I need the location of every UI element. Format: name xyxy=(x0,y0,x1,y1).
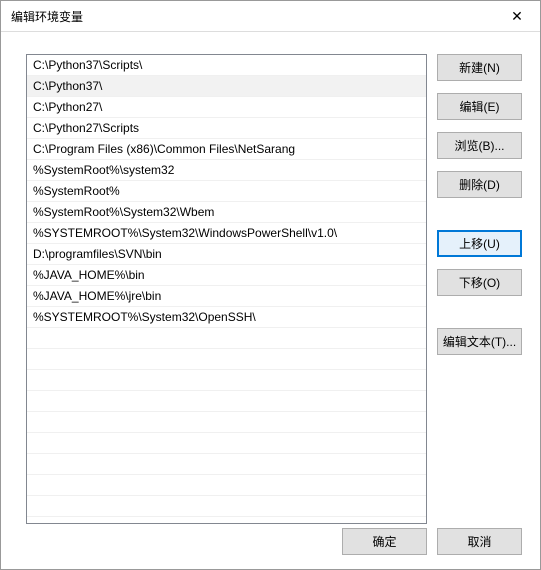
list-item xyxy=(27,496,426,517)
list-item xyxy=(27,454,426,475)
list-item[interactable]: C:\Python27\ xyxy=(27,97,426,118)
list-item[interactable]: D:\programfiles\SVN\bin xyxy=(27,244,426,265)
move-up-button[interactable]: 上移(U) xyxy=(437,230,522,257)
path-listbox[interactable]: C:\Python37\Scripts\C:\Python37\C:\Pytho… xyxy=(26,54,427,524)
delete-button[interactable]: 删除(D) xyxy=(437,171,522,198)
list-item xyxy=(27,475,426,496)
titlebar: 编辑环境变量 ✕ xyxy=(1,1,540,32)
list-item[interactable]: %SystemRoot%\System32\Wbem xyxy=(27,202,426,223)
list-item[interactable]: %SYSTEMROOT%\System32\OpenSSH\ xyxy=(27,307,426,328)
list-item xyxy=(27,328,426,349)
window-title: 编辑环境变量 xyxy=(11,8,494,25)
list-item[interactable]: C:\Python27\Scripts xyxy=(27,118,426,139)
list-item xyxy=(27,433,426,454)
edit-button[interactable]: 编辑(E) xyxy=(437,93,522,120)
list-item[interactable]: %SystemRoot%\system32 xyxy=(27,160,426,181)
close-button[interactable]: ✕ xyxy=(494,1,540,32)
list-item[interactable]: %SystemRoot% xyxy=(27,181,426,202)
ok-button[interactable]: 确定 xyxy=(342,528,427,555)
list-item[interactable]: %JAVA_HOME%\bin xyxy=(27,265,426,286)
list-item[interactable]: %SYSTEMROOT%\System32\WindowsPowerShell\… xyxy=(27,223,426,244)
list-item[interactable]: C:\Python37\ xyxy=(27,76,426,97)
list-item[interactable]: C:\Program Files (x86)\Common Files\NetS… xyxy=(27,139,426,160)
spacer xyxy=(437,308,522,328)
new-button[interactable]: 新建(N) xyxy=(437,54,522,81)
list-item[interactable]: %JAVA_HOME%\jre\bin xyxy=(27,286,426,307)
list-item xyxy=(27,412,426,433)
main-row: C:\Python37\Scripts\C:\Python37\C:\Pytho… xyxy=(26,54,522,524)
list-item[interactable]: C:\Python37\Scripts\ xyxy=(27,55,426,76)
list-item xyxy=(27,349,426,370)
spacer xyxy=(437,210,522,230)
dialog-body: C:\Python37\Scripts\C:\Python37\C:\Pytho… xyxy=(1,32,540,569)
browse-button[interactable]: 浏览(B)... xyxy=(437,132,522,159)
side-buttons: 新建(N) 编辑(E) 浏览(B)... 删除(D) 上移(U) 下移(O) 编… xyxy=(437,54,522,524)
dialog-footer: 确定 取消 xyxy=(342,528,522,555)
list-item xyxy=(27,391,426,412)
list-item xyxy=(27,370,426,391)
close-icon: ✕ xyxy=(511,8,523,25)
cancel-button[interactable]: 取消 xyxy=(437,528,522,555)
move-down-button[interactable]: 下移(O) xyxy=(437,269,522,296)
edit-text-button[interactable]: 编辑文本(T)... xyxy=(437,328,522,355)
